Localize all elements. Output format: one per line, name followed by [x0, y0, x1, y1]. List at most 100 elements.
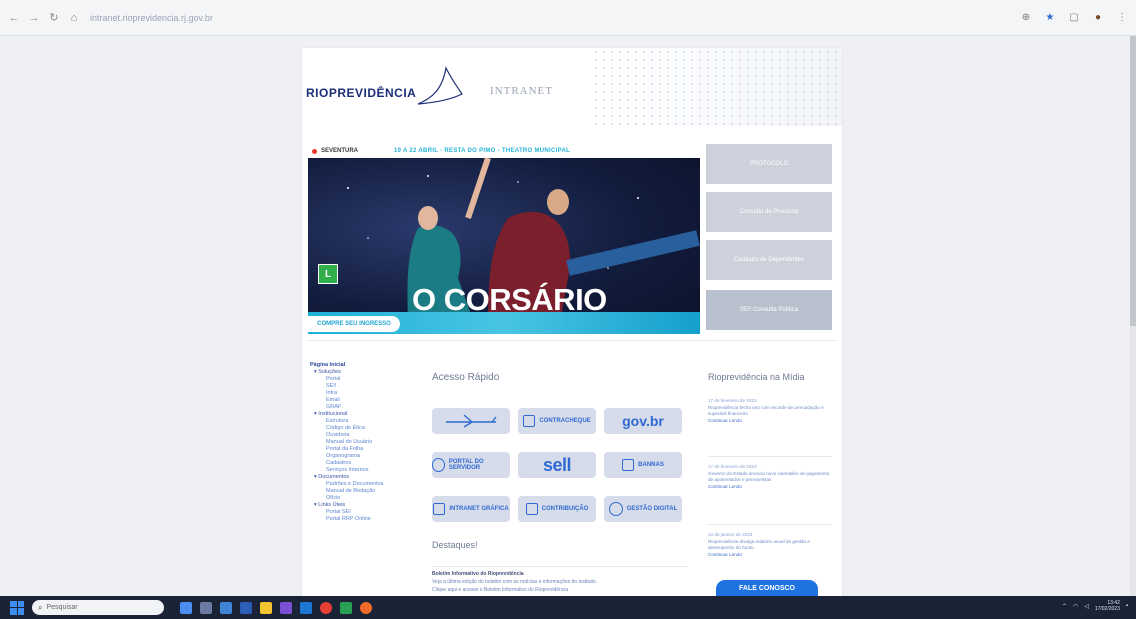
- nav-item[interactable]: Cadastros: [326, 460, 410, 467]
- forward-icon[interactable]: →: [28, 12, 40, 24]
- nav-item[interactable]: Email: [326, 397, 410, 404]
- outlook-icon[interactable]: [300, 601, 312, 614]
- wifi-icon[interactable]: ◠: [1073, 603, 1078, 610]
- news-more-link[interactable]: Continuar Lendo: [708, 484, 832, 491]
- zoom-icon[interactable]: ⊕: [1020, 12, 1032, 24]
- tile-gestao-digital[interactable]: GESTÃO DIGITAL: [604, 496, 682, 522]
- nav-item[interactable]: Intra: [326, 390, 410, 397]
- nav-item[interactable]: SEI!: [326, 383, 410, 390]
- logo-swoosh-icon: [417, 66, 463, 105]
- side-button-4[interactable]: SEI! Consulta Pública: [706, 290, 832, 330]
- chart-icon: [525, 503, 538, 515]
- nav-item[interactable]: Manual do Usuário: [326, 439, 410, 446]
- windows-start-icon[interactable]: [10, 600, 24, 615]
- chrome-icon[interactable]: [320, 601, 332, 614]
- reload-icon[interactable]: ↻: [48, 12, 60, 24]
- tile-label: PORTAL DO SERVIDOR: [448, 459, 484, 471]
- excel-icon[interactable]: [340, 601, 352, 614]
- nav-item[interactable]: Portal SEI: [326, 509, 410, 516]
- tile-contracheque[interactable]: CONTRACHEQUE: [518, 408, 596, 434]
- news-text: Rioprevidência fecha ano com recorde de …: [708, 404, 824, 417]
- clock-date: 17/02/2023: [1094, 606, 1120, 612]
- page-body: RIOPREVIDÊNCIA INTRANET SEVENTURA 19 A 2…: [0, 36, 1136, 598]
- chevron-up-icon[interactable]: ⌃: [1062, 603, 1067, 610]
- monitor-icon: [433, 503, 446, 515]
- destaque-item[interactable]: Boletim Informativo do Rioprevidência Ve…: [432, 566, 687, 596]
- nav-item[interactable]: Código de Ética: [326, 425, 410, 432]
- news-text: Governo do Estado anuncia novo calendári…: [708, 470, 830, 483]
- nav-item[interactable]: Portal da Folha: [326, 446, 410, 453]
- taskbar-search[interactable]: ⌕ Pesquisar: [32, 600, 164, 615]
- banner-title: O CORSÁRIO: [412, 282, 607, 317]
- tile-sell[interactable]: sell: [518, 452, 596, 478]
- nav-item[interactable]: Ouvidoria: [326, 432, 410, 439]
- nav-section[interactable]: ▾ Documentos: [314, 474, 410, 481]
- nav-item[interactable]: Serviços Internos: [326, 467, 410, 474]
- news-title: Rioprevidência na Mídia: [708, 372, 805, 382]
- news-more-link[interactable]: Continuar Lendo: [708, 552, 832, 559]
- nav-item[interactable]: Padrões e Documentos: [326, 481, 410, 488]
- tile-bannas[interactable]: BANNAS: [604, 452, 682, 478]
- hero-banner[interactable]: SEVENTURA 19 A 22 ABRIL - RESTA DO PIMO …: [308, 144, 700, 334]
- news-item[interactable]: 17 de fevereiro de 2023 Rioprevidência f…: [708, 398, 832, 424]
- nav-item[interactable]: Manual de Redação: [326, 488, 410, 495]
- back-icon[interactable]: ←: [8, 12, 20, 24]
- side-button-3[interactable]: Cadastro de Dependentes: [706, 240, 832, 280]
- side-button-2[interactable]: Consulta de Processo: [706, 192, 832, 232]
- nav-item[interactable]: Ofício: [326, 495, 410, 502]
- tile-label: sell: [542, 454, 572, 475]
- edge-icon[interactable]: [220, 601, 232, 614]
- tile-contribuicao[interactable]: CONTRIBUIÇÃO: [518, 496, 596, 522]
- nav-item[interactable]: Portal: [326, 376, 410, 383]
- address-bar[interactable]: intranet.rioprevidencia.rj.gov.br: [90, 13, 213, 23]
- task-view-icon[interactable]: [180, 601, 192, 614]
- profile-icon[interactable]: ●: [1092, 12, 1104, 24]
- tile-portal-servidor[interactable]: PORTAL DO SERVIDOR: [432, 452, 510, 478]
- quick-access-panel: Acesso Rápido CONTRACHEQUE gov.br PORTAL…: [422, 362, 692, 596]
- news-item[interactable]: 10 de janeiro de 2023 Rioprevidência div…: [708, 532, 832, 558]
- tile-airplane[interactable]: [432, 408, 510, 434]
- nav-item[interactable]: GRAF: [326, 404, 410, 411]
- notification-icon[interactable]: ▪: [1126, 603, 1128, 609]
- nav-section[interactable]: ▾ Institucional: [314, 411, 410, 418]
- banner-topline: SEVENTURA 19 A 22 ABRIL - RESTA DO PIMO …: [308, 144, 700, 158]
- news-item[interactable]: 17 de fevereiro de 2023 Governo do Estad…: [708, 464, 832, 490]
- nav-item[interactable]: Estrutura: [326, 418, 410, 425]
- nav-home[interactable]: Página Inicial: [310, 362, 410, 369]
- scrollbar-thumb[interactable]: [1130, 36, 1136, 326]
- teams-icon[interactable]: [280, 601, 292, 614]
- tile-intranet-grafica[interactable]: INTRANET GRÁFICA: [432, 496, 510, 522]
- destaque-link[interactable]: Clique aqui e acesse o Boletim Informati…: [432, 587, 687, 593]
- search-placeholder: Pesquisar: [46, 604, 78, 611]
- globe-decoration: [592, 48, 842, 126]
- volume-icon[interactable]: ◁: [1084, 603, 1089, 610]
- building-icon: [622, 459, 635, 471]
- buy-ticket-button[interactable]: COMPRE SEU INGRESSO: [308, 316, 400, 332]
- tab-icon[interactable]: ▢: [1068, 12, 1080, 24]
- nav-section[interactable]: ▾ Soluções: [314, 369, 410, 376]
- destaque-headline: Boletim Informativo do Rioprevidência: [432, 571, 524, 577]
- store-icon[interactable]: [240, 601, 252, 614]
- tile-label: CONTRACHEQUE: [539, 418, 591, 424]
- tile-label: CONTRIBUIÇÃO: [541, 506, 589, 512]
- news-more-link[interactable]: Continuar Lendo: [708, 418, 832, 425]
- widgets-icon[interactable]: [200, 601, 212, 614]
- nav-item[interactable]: Portal RRP Online: [326, 516, 410, 523]
- news-separator: [708, 524, 832, 525]
- side-button-1[interactable]: PROTOCOLO: [706, 144, 832, 184]
- file-explorer-icon[interactable]: [260, 601, 272, 614]
- nav-section[interactable]: ▾ Links Úteis: [314, 502, 410, 509]
- network-icon: [608, 502, 623, 516]
- clock[interactable]: 13:42 17/02/2023: [1095, 600, 1120, 612]
- home-icon[interactable]: ⌂: [68, 12, 80, 24]
- page-scrollbar[interactable]: [1130, 36, 1136, 596]
- menu-icon[interactable]: ⋮: [1116, 12, 1128, 24]
- firefox-icon[interactable]: [360, 601, 372, 614]
- bookmark-star-icon[interactable]: ★: [1044, 12, 1056, 24]
- section-label: INTRANET: [490, 85, 553, 97]
- nav-item[interactable]: Organograma: [326, 453, 410, 460]
- tile-govbr[interactable]: gov.br: [604, 408, 682, 434]
- site-logo[interactable]: RIOPREVIDÊNCIA: [306, 86, 416, 100]
- site-header: RIOPREVIDÊNCIA INTRANET: [302, 48, 842, 126]
- tile-label: GESTÃO DIGITAL: [626, 506, 678, 512]
